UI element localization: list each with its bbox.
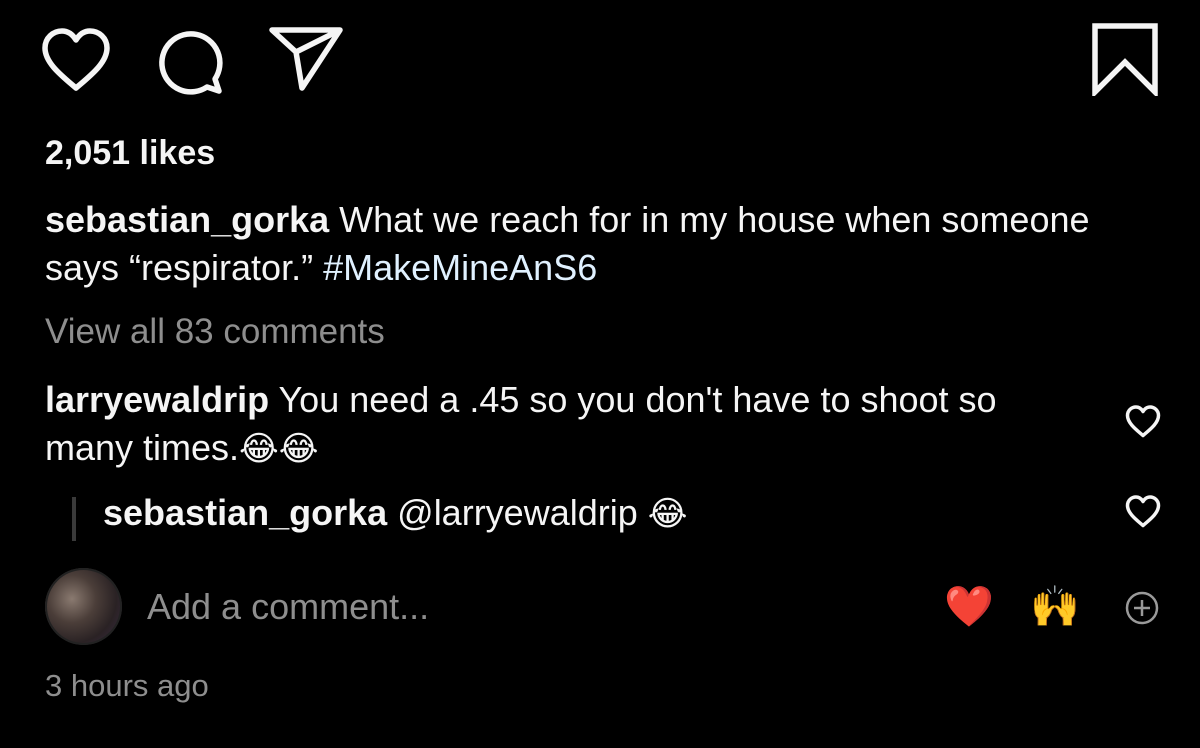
bookmark-outline-icon [1092, 23, 1158, 96]
caption-username[interactable]: sebastian_gorka [45, 199, 329, 240]
raised-hands-reaction-button[interactable]: 🙌 [1030, 583, 1080, 631]
heart-outline-icon [42, 28, 110, 91]
reply-username[interactable]: sebastian_gorka [103, 492, 387, 533]
reply-item: sebastian_gorka @larryewaldrip 😂 [103, 489, 688, 538]
view-all-comments-link[interactable]: View all 83 comments [45, 309, 385, 355]
share-button[interactable] [268, 26, 344, 92]
post-timestamp: 3 hours ago [45, 668, 209, 703]
reply-thread-line [72, 497, 76, 541]
comment-username[interactable]: larryewaldrip [45, 379, 269, 420]
post-caption: sebastian_gorka What we reach for in my … [45, 196, 1145, 292]
plus-circle-icon [1125, 591, 1159, 625]
caption-hashtag[interactable]: #MakeMineAnS6 [323, 247, 597, 288]
likes-count[interactable]: 2,051 likes [45, 131, 215, 175]
like-button[interactable] [40, 28, 112, 94]
speech-bubble-icon [159, 31, 223, 95]
reply-text: @larryewaldrip [387, 492, 648, 533]
comment-item: larryewaldrip You need a .45 so you don'… [45, 376, 1065, 473]
comment-emojis: 😂😂 [239, 429, 319, 469]
add-comment-input[interactable]: Add a comment... [147, 583, 429, 631]
save-button[interactable] [1091, 22, 1159, 96]
paper-plane-icon [269, 27, 343, 91]
add-emoji-button[interactable] [1124, 590, 1160, 626]
heart-outline-icon [1125, 495, 1161, 528]
reply-emoji: 😂 [647, 494, 688, 534]
avatar[interactable] [45, 568, 122, 645]
comment-button[interactable] [155, 27, 225, 97]
heart-reaction-button[interactable]: ❤️ [944, 583, 994, 631]
heart-outline-icon [1125, 405, 1161, 438]
comment-like-button[interactable] [1125, 405, 1161, 439]
reply-like-button[interactable] [1125, 495, 1161, 529]
